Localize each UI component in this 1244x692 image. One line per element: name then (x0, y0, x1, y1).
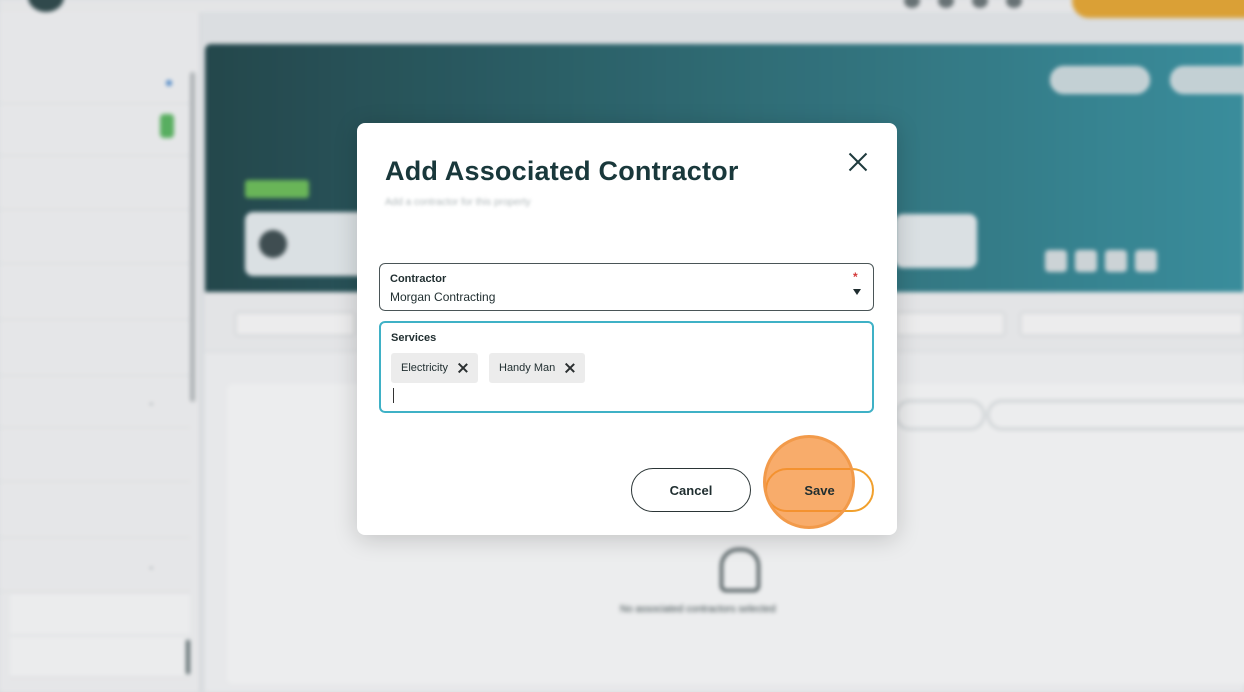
chip-label: Electricity (401, 362, 449, 374)
modal-title: Add Associated Contractor (385, 156, 739, 186)
required-mark: * (853, 270, 858, 284)
chip-label: Handy Man (499, 362, 556, 374)
contractor-label: Contractor (390, 273, 447, 285)
services-field[interactable]: Services Electricity Handy Man (379, 321, 874, 413)
close-icon[interactable] (845, 149, 871, 175)
save-button[interactable]: Save (765, 468, 874, 512)
services-label: Services (391, 332, 437, 344)
remove-chip-icon[interactable] (458, 363, 468, 373)
modal-subtitle: Add a contractor for this property (385, 197, 531, 208)
service-chip-electricity: Electricity (391, 353, 479, 383)
service-chip-handyman: Handy Man (489, 353, 586, 383)
text-cursor (393, 388, 394, 403)
save-label: Save (804, 482, 835, 498)
cancel-button[interactable]: Cancel (631, 468, 751, 512)
contractor-select[interactable]: Contractor Morgan Contracting * (379, 263, 874, 311)
contractor-value: Morgan Contracting (390, 290, 496, 304)
caret-down-icon[interactable] (853, 289, 861, 295)
add-contractor-modal: Add Associated Contractor Add a contract… (357, 123, 897, 535)
services-input[interactable] (397, 387, 857, 405)
remove-chip-icon[interactable] (565, 363, 575, 373)
